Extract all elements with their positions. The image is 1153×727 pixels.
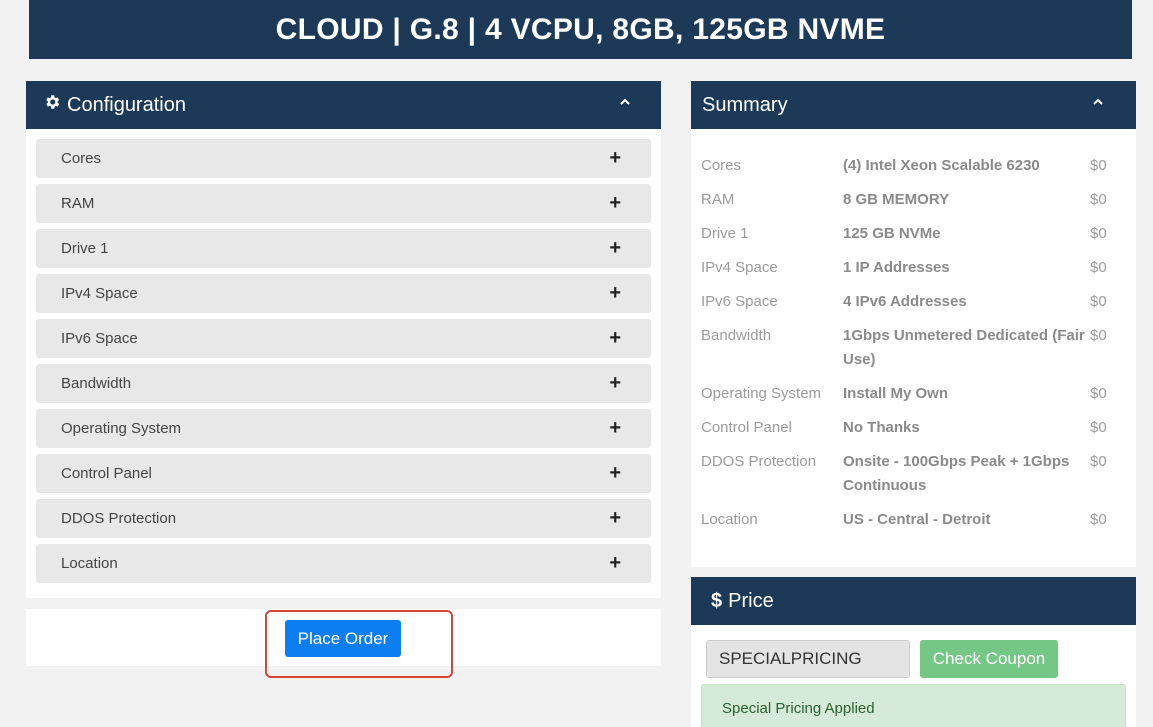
plus-icon[interactable]: + — [609, 192, 621, 215]
plus-icon[interactable]: + — [609, 462, 621, 485]
place-order-button[interactable]: Place Order — [285, 620, 401, 657]
config-item-label: Bandwidth — [61, 375, 132, 392]
summary-label: Operating System — [701, 385, 822, 402]
summary-label: Control Panel — [701, 419, 792, 436]
summary-value: Onsite - 100Gbps Peak + 1Gbps Continuous — [843, 453, 1070, 494]
summary-price: $0 — [1090, 157, 1107, 174]
summary-panel-header[interactable]: Summary — [691, 81, 1136, 129]
config-item-operating-system[interactable]: Operating System + — [36, 409, 651, 448]
config-item-ddos-protection[interactable]: DDOS Protection + — [36, 499, 651, 538]
summary-value: 1 IP Addresses — [843, 259, 950, 276]
summary-label: DDOS Protection — [701, 453, 817, 470]
config-item-label: RAM — [61, 195, 95, 212]
config-item-label: IPv4 Space — [61, 285, 138, 302]
configuration-panel-header[interactable]: Configuration — [26, 81, 661, 129]
summary-price: $0 — [1090, 327, 1107, 344]
config-item-label: Drive 1 — [61, 240, 109, 257]
config-item-ram[interactable]: RAM + — [36, 184, 651, 223]
chevron-up-icon[interactable] — [1092, 95, 1104, 113]
summary-value: Install My Own — [843, 385, 949, 402]
summary-label: Drive 1 — [701, 225, 749, 242]
summary-price: $0 — [1090, 191, 1107, 208]
config-item-label: Control Panel — [61, 465, 152, 482]
plus-icon[interactable]: + — [609, 237, 621, 260]
summary-price: $0 — [1090, 511, 1107, 528]
config-item-control-panel[interactable]: Control Panel + — [36, 454, 651, 493]
summary-title: Summary — [702, 93, 788, 116]
config-item-label: Operating System — [61, 420, 182, 437]
config-item-ipv4-space[interactable]: IPv4 Space + — [36, 274, 651, 313]
summary-price: $0 — [1090, 453, 1107, 470]
summary-label: RAM — [701, 191, 735, 208]
config-item-cores[interactable]: Cores + — [36, 139, 651, 178]
summary-value: 125 GB NVMe — [843, 225, 941, 242]
config-item-ipv6-space[interactable]: IPv6 Space + — [36, 319, 651, 358]
summary-label: Cores — [701, 157, 742, 174]
plus-icon[interactable]: + — [609, 417, 621, 440]
configuration-title: Configuration — [67, 93, 186, 116]
summary-price: $0 — [1090, 419, 1107, 436]
config-item-drive-1[interactable]: Drive 1 + — [36, 229, 651, 268]
config-item-label: Cores — [61, 150, 102, 167]
summary-label: IPv4 Space — [701, 259, 778, 276]
summary-label: Bandwidth — [701, 327, 772, 344]
summary-value: (4) Intel Xeon Scalable 6230 — [843, 157, 1040, 174]
product-title: CLOUD | G.8 | 4 VCPU, 8GB, 125GB NVME — [29, 0, 1132, 59]
coupon-input[interactable] — [706, 640, 910, 678]
plus-icon[interactable]: + — [609, 327, 621, 350]
summary-price: $0 — [1090, 293, 1107, 310]
summary-value: 1Gbps Unmetered Dedicated (Fair Use) — [843, 327, 1085, 368]
chevron-up-icon[interactable] — [619, 95, 631, 113]
config-item-label: Location — [61, 555, 118, 572]
summary-value: 4 IPv6 Addresses — [843, 293, 967, 310]
config-item-label: DDOS Protection — [61, 510, 177, 527]
config-item-bandwidth[interactable]: Bandwidth + — [36, 364, 651, 403]
plus-icon[interactable]: + — [609, 372, 621, 395]
plus-icon[interactable]: + — [609, 147, 621, 170]
summary-price: $0 — [1090, 259, 1107, 276]
plus-icon[interactable]: + — [609, 282, 621, 305]
summary-label: IPv6 Space — [701, 293, 778, 310]
summary-panel-body: Cores (4) Intel Xeon Scalable 6230 $0 RA… — [691, 129, 1136, 567]
special-pricing-alert: Special Pricing Applied — [701, 684, 1126, 727]
price-panel-header: $ Price — [691, 577, 1136, 625]
summary-value: US - Central - Detroit — [843, 511, 991, 528]
configuration-panel-body: Cores + RAM + Drive 1 + IPv4 Space + IPv6 Sp… — [26, 129, 661, 598]
summary-value: 8 GB MEMORY — [843, 191, 950, 208]
gear-icon — [43, 93, 63, 117]
price-title: Price — [728, 589, 774, 612]
check-coupon-button[interactable]: Check Coupon — [920, 640, 1058, 678]
dollar-icon: $ — [711, 589, 723, 612]
summary-value: No Thanks — [843, 419, 920, 436]
plus-icon[interactable]: + — [609, 552, 621, 575]
plus-icon[interactable]: + — [609, 507, 621, 530]
config-item-location[interactable]: Location + — [36, 544, 651, 583]
summary-price: $0 — [1090, 385, 1107, 402]
summary-price: $0 — [1090, 225, 1107, 242]
summary-label: Location — [701, 511, 758, 528]
config-item-label: IPv6 Space — [61, 330, 138, 347]
